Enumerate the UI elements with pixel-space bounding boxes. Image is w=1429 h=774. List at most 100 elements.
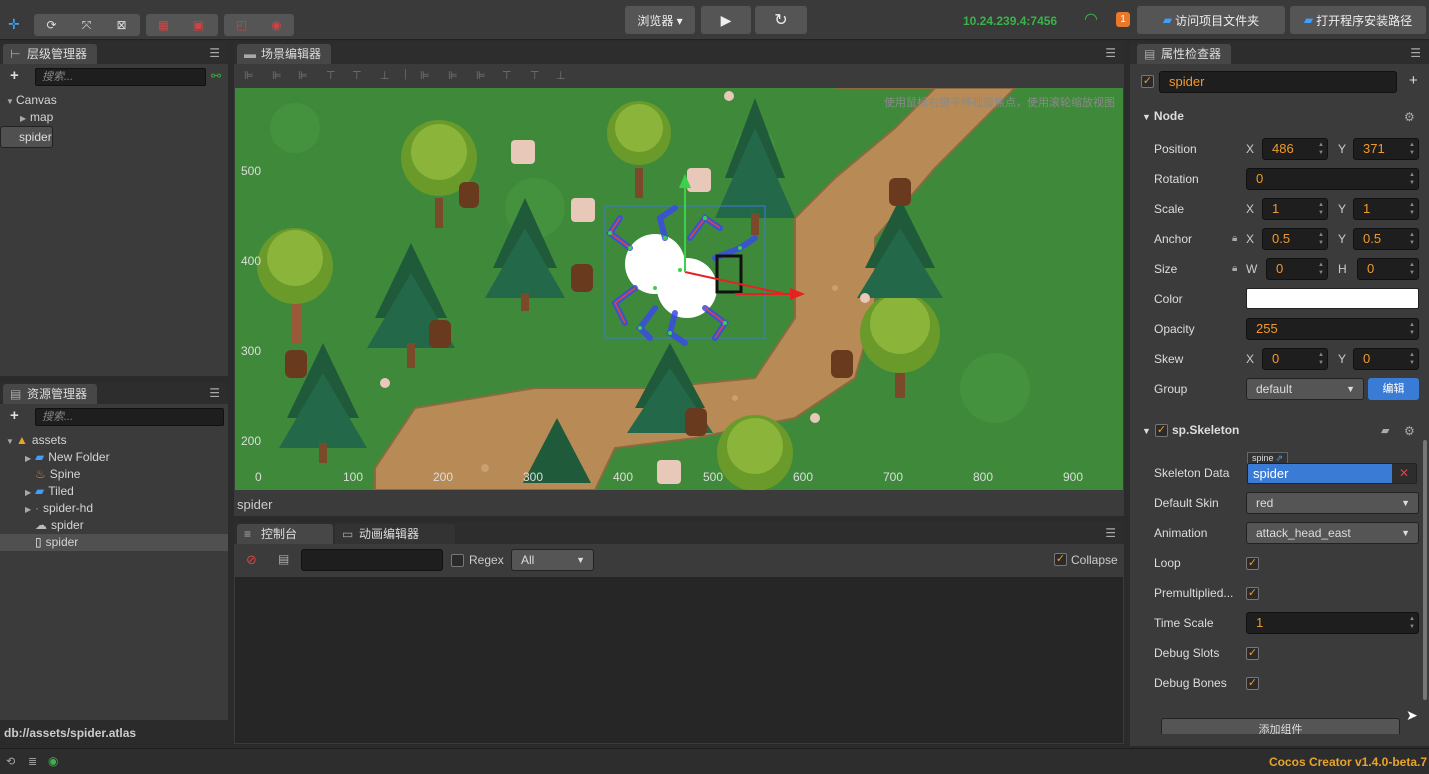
- book-icon[interactable]: ▰: [1381, 424, 1389, 437]
- tab-assets[interactable]: ▤ 资源管理器: [3, 384, 98, 404]
- open-log-icon[interactable]: ▤: [278, 552, 289, 566]
- panel-menu-icon[interactable]: ☰: [1105, 46, 1116, 60]
- hierarchy-search-input[interactable]: 搜索...: [35, 68, 206, 86]
- external-link-icon[interactable]: ⇗: [1276, 453, 1284, 463]
- asset-item-tiled[interactable]: ▶ ▰ Tiled: [0, 483, 228, 500]
- stepper-icon[interactable]: ▲ ▼: [1408, 351, 1416, 367]
- stepper-icon[interactable]: ▲ ▼: [1408, 171, 1416, 187]
- regex-checkbox[interactable]: [451, 554, 464, 567]
- stepper-icon[interactable]: ▲ ▼: [1408, 321, 1416, 337]
- expand-arrow-icon[interactable]: ▼: [6, 433, 16, 450]
- align-right-icon[interactable]: ⊫: [298, 69, 308, 82]
- notification-badge[interactable]: 1: [1116, 12, 1130, 27]
- preview-browser-select[interactable]: 浏览器 ▾: [625, 6, 695, 34]
- size-w-input[interactable]: 0 ▲ ▼: [1266, 258, 1328, 280]
- stepper-icon[interactable]: ▲ ▼: [1408, 261, 1416, 277]
- tree-node-canvas[interactable]: ▼ Canvas: [0, 92, 228, 109]
- debug-slots-checkbox[interactable]: ✓: [1246, 647, 1259, 660]
- scale-icon[interactable]: ⤧: [69, 14, 104, 36]
- database-icon[interactable]: ≣: [28, 755, 37, 768]
- settings-gear-icon[interactable]: ⚙: [1404, 424, 1415, 438]
- tree-node-map[interactable]: ▶ map: [0, 109, 228, 126]
- collapse-arrow-icon[interactable]: ▶: [20, 110, 30, 127]
- rect-icon[interactable]: ⊠: [104, 14, 139, 36]
- collapse-arrow-icon[interactable]: ▶: [25, 484, 35, 501]
- tab-animation[interactable]: ▭ 动画编辑器: [335, 524, 455, 544]
- scale-y-input[interactable]: 1 ▲ ▼: [1353, 198, 1419, 220]
- loop-checkbox[interactable]: ✓: [1246, 557, 1259, 570]
- distribute-bottom-icon[interactable]: ⊥: [556, 69, 566, 82]
- skeleton-enabled-checkbox[interactable]: ✓: [1155, 424, 1168, 437]
- open-project-folder-button[interactable]: ▰ 访问项目文件夹: [1137, 6, 1285, 34]
- group-select[interactable]: default ▼: [1246, 378, 1364, 400]
- skeleton-section-header[interactable]: ▼: [1142, 423, 1154, 437]
- refresh-button[interactable]: ↻: [755, 6, 807, 34]
- tab-scene[interactable]: ▬ 场景编辑器: [237, 44, 332, 64]
- play-button[interactable]: ▶: [701, 6, 751, 34]
- anchor-y-input[interactable]: 0.5 ▲ ▼: [1353, 228, 1419, 250]
- log-level-select[interactable]: All ▼: [511, 549, 594, 571]
- tab-console[interactable]: ≡ 控制台: [237, 524, 333, 544]
- node-name-input[interactable]: spider: [1159, 71, 1397, 93]
- node-section-header[interactable]: ▼ Node: [1142, 109, 1184, 123]
- tab-hierarchy[interactable]: ⊢ 层级管理器: [3, 44, 98, 64]
- distribute-vcenter-icon[interactable]: ⊤: [530, 69, 540, 82]
- clear-field-icon[interactable]: ✕: [1392, 464, 1416, 483]
- settings-gear-icon[interactable]: ⚙: [1404, 110, 1415, 124]
- collapse-arrow-icon[interactable]: ▶: [25, 450, 35, 467]
- rotation-input[interactable]: 0 ▲ ▼: [1246, 168, 1419, 190]
- distribute-left-icon[interactable]: ⊫: [420, 69, 430, 82]
- premultiplied-checkbox[interactable]: ✓: [1246, 587, 1259, 600]
- frame-icon[interactable]: ◰: [224, 14, 259, 36]
- eye-icon[interactable]: ◉: [48, 754, 58, 768]
- console-filter-input[interactable]: [301, 549, 443, 571]
- animation-select[interactable]: attack_head_east ▼: [1246, 522, 1419, 544]
- asset-item-spider-hd[interactable]: ▶ · spider-hd: [0, 500, 228, 517]
- default-skin-select[interactable]: red ▼: [1246, 492, 1419, 514]
- time-scale-input[interactable]: 1 ▲ ▼: [1246, 612, 1419, 634]
- lock-icon[interactable]: 🔒︎: [1232, 233, 1237, 244]
- sync-icon[interactable]: ⟲: [6, 755, 15, 768]
- local-icon[interactable]: ▣: [181, 14, 216, 36]
- skew-x-input[interactable]: 0 ▲ ▼: [1262, 348, 1328, 370]
- add-asset-icon[interactable]: +: [10, 407, 19, 424]
- panel-menu-icon[interactable]: ☰: [1410, 46, 1421, 60]
- panel-menu-icon[interactable]: ☰: [209, 386, 220, 400]
- asset-item-spider-skeleton[interactable]: ☁ spider: [0, 517, 228, 534]
- stepper-icon[interactable]: ▲ ▼: [1408, 615, 1416, 631]
- stepper-icon[interactable]: ▲ ▼: [1317, 201, 1325, 217]
- skew-y-input[interactable]: 0 ▲ ▼: [1353, 348, 1419, 370]
- asset-item-new-folder[interactable]: ▶ ▰ New Folder: [0, 449, 228, 466]
- stepper-icon[interactable]: ▲ ▼: [1408, 201, 1416, 217]
- assets-search-input[interactable]: 搜索...: [35, 408, 224, 426]
- size-h-input[interactable]: 0 ▲ ▼: [1357, 258, 1419, 280]
- distribute-right-icon[interactable]: ⊫: [476, 69, 486, 82]
- tree-node-spider[interactable]: spider: [0, 126, 53, 148]
- edit-group-button[interactable]: 编辑: [1368, 378, 1419, 400]
- color-swatch[interactable]: [1246, 288, 1419, 309]
- open-install-path-button[interactable]: ▰ 打开程序安装路径: [1290, 6, 1426, 34]
- lock-icon[interactable]: 🔒︎: [1232, 263, 1237, 274]
- inspector-scrollbar[interactable]: [1423, 440, 1427, 700]
- add-component-button[interactable]: 添加组件: [1161, 718, 1400, 734]
- align-left-icon[interactable]: ⊫: [244, 69, 254, 82]
- asset-item-spider-atlas[interactable]: ▯ spider: [0, 534, 228, 551]
- scale-x-input[interactable]: 1 ▲ ▼: [1262, 198, 1328, 220]
- scene-viewport[interactable]: 使用鼠标右键平移视窗焦点，使用滚轮缩放视图 500 400 300 200 0 …: [235, 88, 1123, 490]
- console-log-area[interactable]: [235, 577, 1123, 743]
- add-icon[interactable]: +: [1409, 72, 1418, 89]
- position-x-input[interactable]: 486 ▲ ▼: [1262, 138, 1328, 160]
- align-top-icon[interactable]: ⊤: [326, 69, 336, 82]
- tab-inspector[interactable]: ▤ 属性检查器: [1137, 44, 1232, 64]
- debug-bones-checkbox[interactable]: ✓: [1246, 677, 1259, 690]
- collapse-arrow-icon[interactable]: ▶: [25, 501, 35, 518]
- stepper-icon[interactable]: ▲ ▼: [1408, 231, 1416, 247]
- asset-item-assets[interactable]: ▼ ▲ assets: [0, 432, 228, 449]
- distribute-top-icon[interactable]: ⊤: [502, 69, 512, 82]
- collapse-checkbox[interactable]: ✓: [1054, 553, 1067, 566]
- skeleton-data-field[interactable]: spider ✕: [1247, 463, 1417, 484]
- link-icon[interactable]: ⚯: [211, 69, 221, 83]
- align-hcenter-icon[interactable]: ⊫: [272, 69, 282, 82]
- align-bottom-icon[interactable]: ⊥: [380, 69, 390, 82]
- panel-menu-icon[interactable]: ☰: [209, 46, 220, 60]
